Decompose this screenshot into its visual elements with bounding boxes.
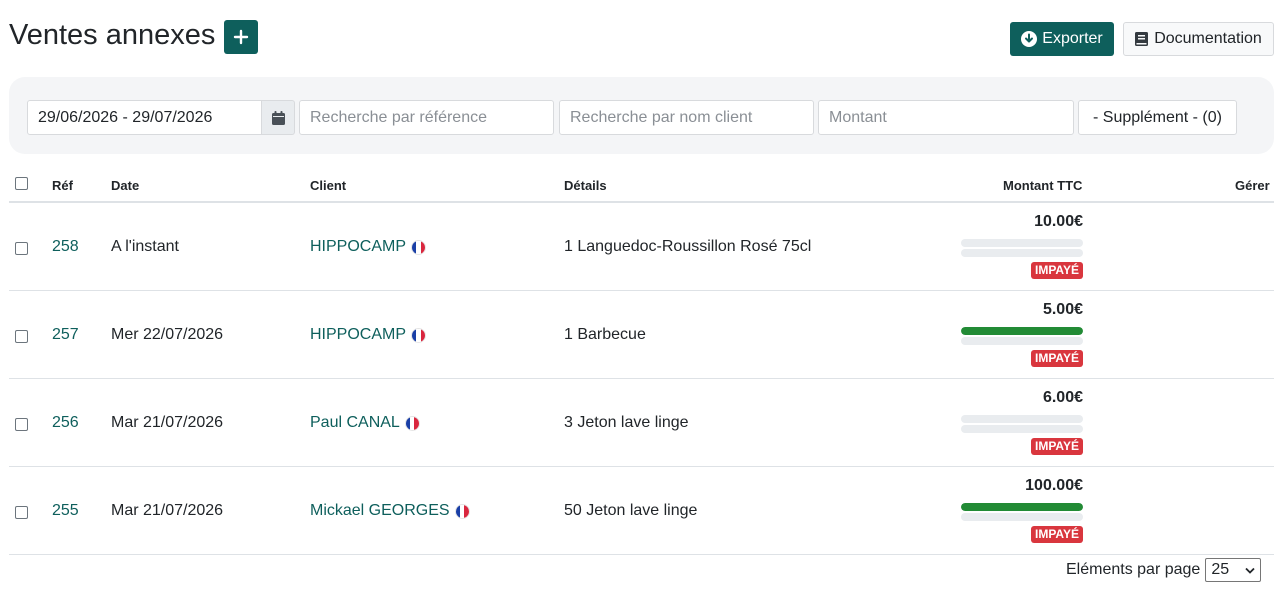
column-client[interactable]: Client: [310, 178, 346, 193]
secondary-progress-bar: [961, 249, 1083, 257]
client-search-input[interactable]: [559, 100, 814, 135]
table-row: 255 Mar 21/07/2026 Mickael GEORGES 50 Je…: [9, 467, 1274, 555]
column-date[interactable]: Date: [111, 178, 139, 193]
reference-search-input[interactable]: [299, 100, 554, 135]
plus-icon: [233, 29, 249, 45]
download-icon: [1021, 31, 1038, 47]
calendar-button[interactable]: [262, 100, 295, 135]
amount-value: 10.00€: [1034, 213, 1083, 230]
client-link[interactable]: Paul CANAL: [310, 414, 420, 432]
column-ref[interactable]: Réf: [52, 178, 73, 193]
documentation-button[interactable]: Documentation: [1123, 22, 1274, 56]
table-row: 258 A l'instant HIPPOCAMP 1 Languedoc-Ro…: [9, 203, 1274, 291]
client-link[interactable]: HIPPOCAMP: [310, 326, 427, 344]
per-page-label: Eléments par page: [1066, 561, 1201, 578]
ref-link[interactable]: 256: [52, 414, 79, 432]
payment-progress-fill: [961, 327, 1083, 335]
client-name: HIPPOCAMP: [310, 238, 407, 255]
ref-link[interactable]: 255: [52, 502, 79, 520]
amount-value: 6.00€: [1042, 389, 1083, 406]
payment-progress-bar: [961, 239, 1083, 247]
book-icon: [1135, 32, 1149, 46]
payment-progress-fill: [961, 503, 1083, 511]
client-name: Mickael GEORGES: [310, 502, 450, 519]
page-header: Ventes annexes Exporter Documentation: [9, 18, 1274, 58]
page-title: Ventes annexes: [9, 19, 216, 51]
details-cell: 3 Jeton lave linge: [564, 414, 689, 431]
france-flag-icon: [411, 327, 427, 343]
status-badge: IMPAYÉ: [1030, 350, 1083, 367]
table-row: 256 Mar 21/07/2026 Paul CANAL 3 Jeton la…: [9, 379, 1274, 467]
date-range-picker: 29/06/2026 - 29/07/2026: [27, 100, 295, 135]
details-cell: 1 Languedoc-Roussillon Rosé 75cl: [564, 238, 812, 255]
date-cell: A l'instant: [111, 238, 179, 255]
export-button[interactable]: Exporter: [1010, 22, 1114, 56]
row-checkbox[interactable]: [15, 506, 28, 519]
date-range-input[interactable]: 29/06/2026 - 29/07/2026: [27, 100, 262, 135]
column-amount[interactable]: Montant TTC: [1003, 178, 1082, 193]
supplement-filter-button[interactable]: - Supplément - (0): [1078, 100, 1237, 135]
france-flag-icon: [454, 503, 470, 519]
details-cell: 1 Barbecue: [564, 326, 646, 343]
per-page-select[interactable]: 25: [1205, 558, 1262, 582]
filter-bar: 29/06/2026 - 29/07/2026 - Supplément - (…: [9, 77, 1274, 154]
amount-block: 6.00€ IMPAYÉ: [961, 388, 1083, 455]
status-badge: IMPAYÉ: [1030, 262, 1083, 279]
add-sale-button[interactable]: [224, 20, 258, 54]
payment-progress-bar: [961, 503, 1083, 511]
date-cell: Mar 21/07/2026: [111, 414, 224, 431]
amount-block: 5.00€ IMPAYÉ: [961, 300, 1083, 367]
payment-progress-bar: [961, 415, 1083, 423]
column-manage: Gérer: [1235, 178, 1270, 193]
chevron-down-icon: [1245, 567, 1255, 574]
amount-search-input[interactable]: [818, 100, 1074, 135]
pagination: Eléments par page 25: [1066, 558, 1262, 582]
table-row: 257 Mer 22/07/2026 HIPPOCAMP 1 Barbecue …: [9, 291, 1274, 379]
sales-table: Réf Date Client Détails Montant TTC Gére…: [9, 168, 1274, 555]
row-checkbox[interactable]: [15, 242, 28, 255]
ref-link[interactable]: 257: [52, 326, 79, 344]
select-all-checkbox[interactable]: [15, 177, 28, 190]
amount-block: 10.00€ IMPAYÉ: [961, 212, 1083, 279]
secondary-progress-bar: [961, 337, 1083, 345]
ref-link[interactable]: 258: [52, 238, 79, 256]
status-badge: IMPAYÉ: [1030, 526, 1083, 543]
per-page-value: 25: [1211, 561, 1230, 578]
amount-value: 100.00€: [1025, 477, 1083, 494]
date-cell: Mar 21/07/2026: [111, 502, 224, 519]
client-name: Paul CANAL: [310, 414, 400, 431]
france-flag-icon: [411, 239, 427, 255]
secondary-progress-bar: [961, 425, 1083, 433]
row-checkbox[interactable]: [15, 330, 28, 343]
calendar-icon: [271, 110, 285, 125]
france-flag-icon: [404, 415, 420, 431]
client-link[interactable]: HIPPOCAMP: [310, 238, 427, 256]
documentation-label: Documentation: [1154, 30, 1262, 47]
amount-block: 100.00€ IMPAYÉ: [961, 476, 1083, 543]
client-name: HIPPOCAMP: [310, 326, 407, 343]
table-header: Réf Date Client Détails Montant TTC Gére…: [9, 168, 1274, 203]
client-link[interactable]: Mickael GEORGES: [310, 502, 470, 520]
column-details: Détails: [564, 178, 607, 193]
export-label: Exporter: [1042, 30, 1103, 47]
row-checkbox[interactable]: [15, 418, 28, 431]
date-cell: Mer 22/07/2026: [111, 326, 224, 343]
amount-value: 5.00€: [1042, 301, 1083, 318]
payment-progress-bar: [961, 327, 1083, 335]
status-badge: IMPAYÉ: [1030, 438, 1083, 455]
details-cell: 50 Jeton lave linge: [564, 502, 698, 519]
secondary-progress-bar: [961, 513, 1083, 521]
